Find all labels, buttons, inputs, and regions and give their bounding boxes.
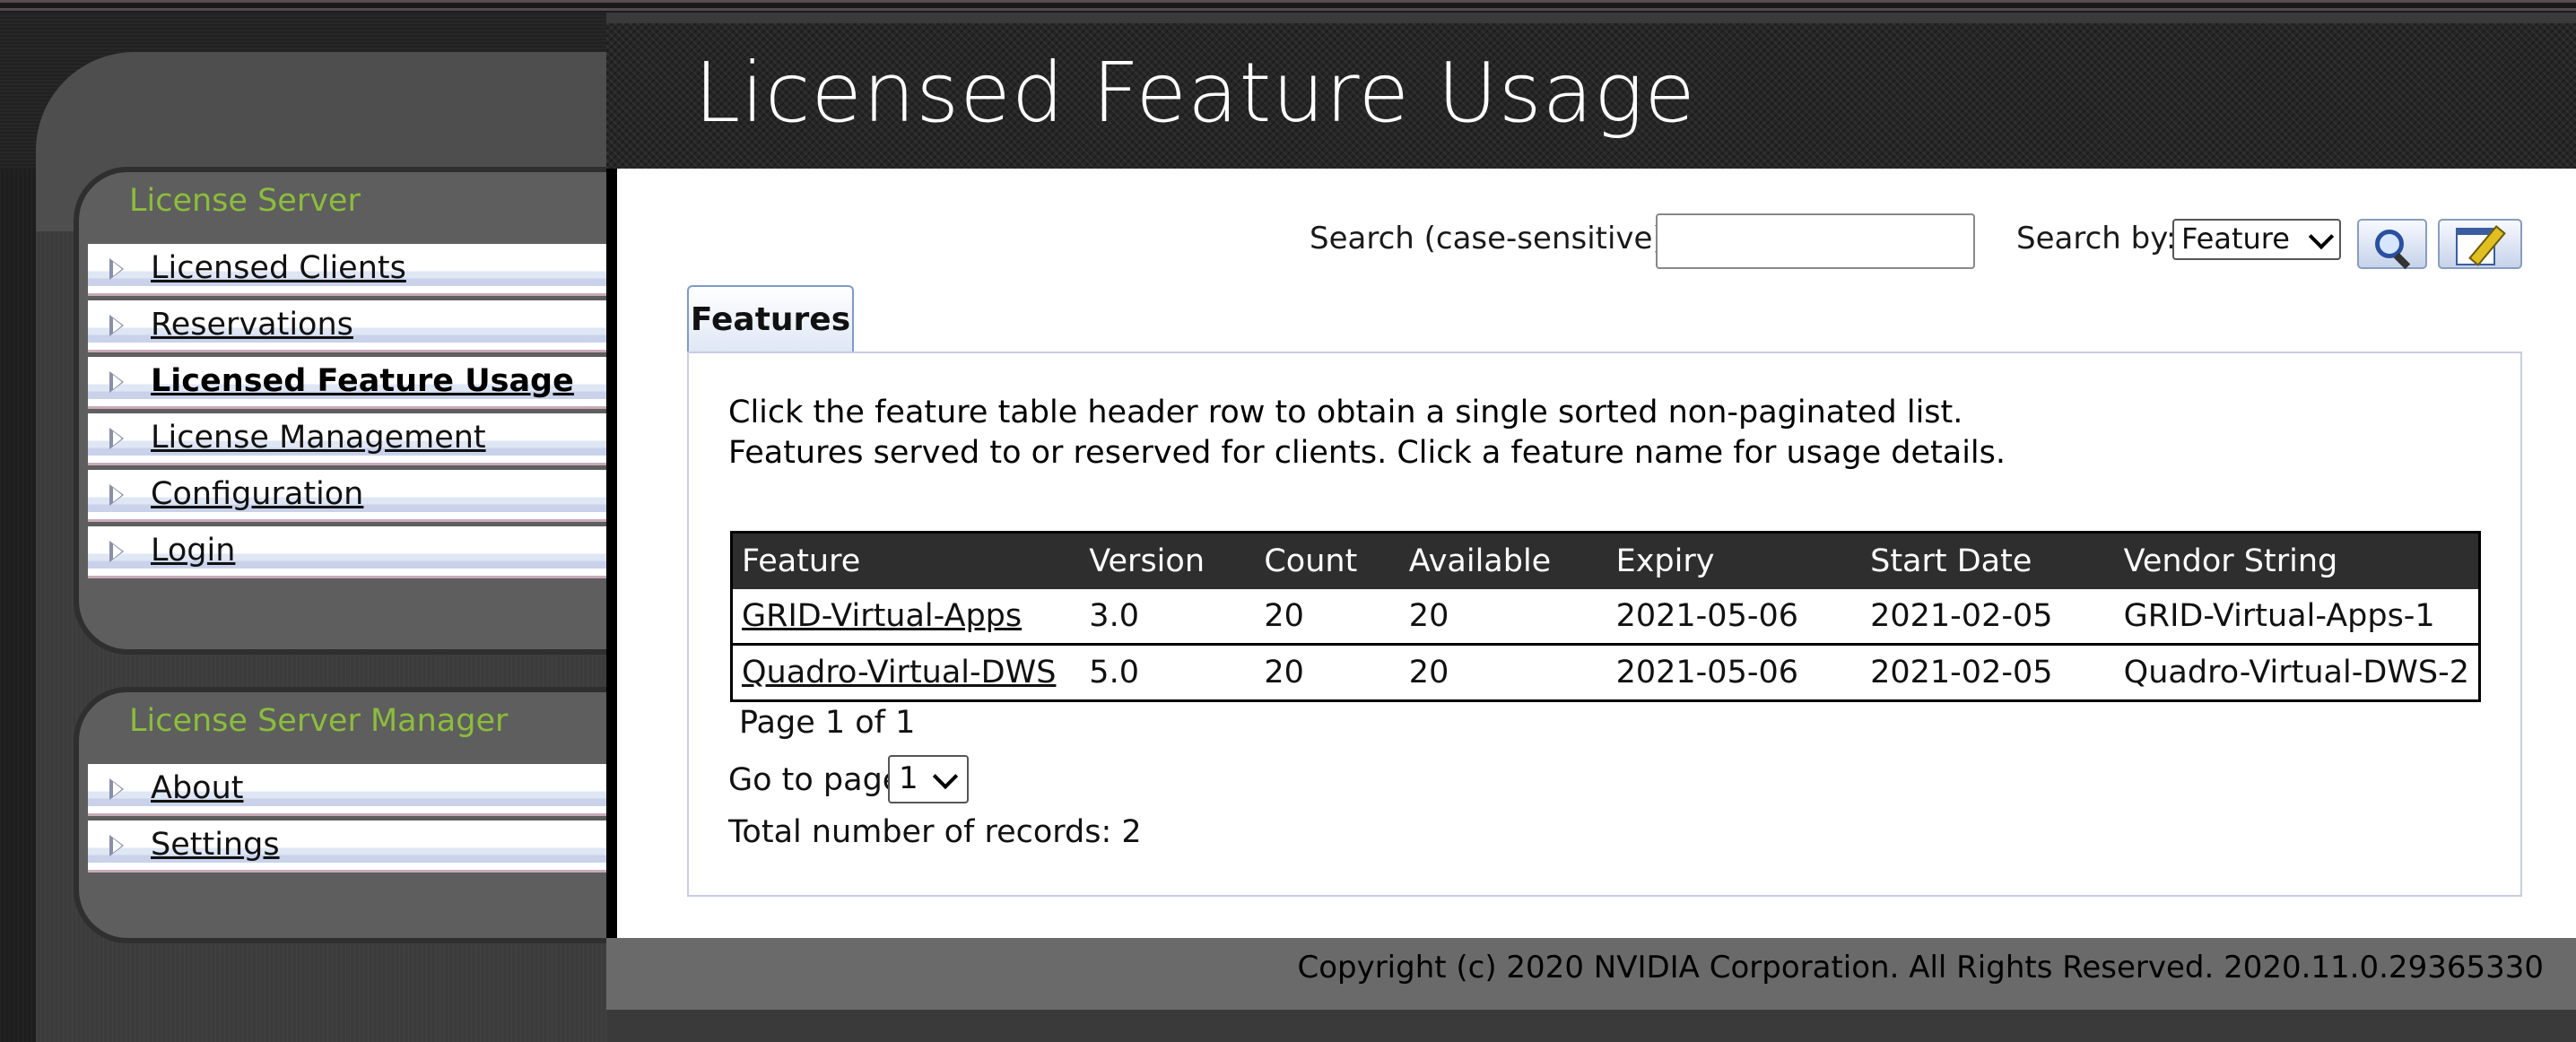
copyright-text: Copyright (c) 2020 NVIDIA Corporation. A…	[1297, 950, 2544, 986]
column-header-expiry[interactable]: Expiry	[1606, 532, 1862, 589]
search-label: Search (case-sensitive):	[1310, 221, 1675, 256]
info-text-description: Features served to or reserved for clien…	[728, 435, 2006, 471]
sidebar-item-configuration[interactable]: Configuration	[88, 470, 606, 522]
info-text-sorting: Click the feature table header row to ob…	[728, 395, 1963, 430]
license-server-nav-title: License Server	[129, 183, 361, 219]
sidebar-item-label[interactable]: About	[151, 768, 243, 809]
sidebar-item-label[interactable]: Licensed Feature Usage	[151, 360, 574, 402]
start-date-cell: 2021-02-05	[1861, 644, 2115, 702]
license-server-manager-nav-list: About Settings	[88, 764, 606, 877]
content-divider	[606, 169, 617, 938]
sidebar-item-login[interactable]: Login	[88, 526, 606, 578]
go-to-page-select[interactable]: 1	[888, 755, 969, 803]
feature-link[interactable]: GRID-Virtual-Apps	[742, 598, 1022, 634]
chevron-right-icon	[109, 541, 124, 562]
sidebar-item-label[interactable]: Reservations	[151, 304, 353, 345]
sidebar-item-reservations[interactable]: Reservations	[88, 300, 606, 352]
sidebar-item-label[interactable]: Configuration	[151, 473, 363, 515]
column-header-feature[interactable]: Feature	[731, 532, 1081, 589]
column-header-available[interactable]: Available	[1399, 532, 1607, 589]
vendor-string-cell: Quadro-Virtual-DWS-2	[2114, 644, 2480, 702]
table-header-row[interactable]: Feature Version Count Available Expiry S…	[731, 532, 2480, 589]
sidebar-item-licensed-clients[interactable]: Licensed Clients	[88, 244, 606, 296]
column-header-version[interactable]: Version	[1080, 532, 1256, 589]
go-to-page-label: Go to page	[728, 762, 902, 798]
expiry-cell: 2021-05-06	[1606, 589, 1862, 646]
search-input[interactable]	[1656, 213, 1975, 269]
search-by-select[interactable]: Feature	[2172, 219, 2341, 260]
expiry-cell: 2021-05-06	[1606, 644, 1862, 702]
chevron-right-icon	[109, 428, 124, 449]
license-server-nav-list: Licensed Clients Reservations Licensed F…	[88, 244, 606, 583]
tab-features[interactable]: Features	[687, 285, 854, 352]
sidebar-item-label[interactable]: Settings	[151, 824, 280, 865]
sidebar-item-label[interactable]: License Management	[151, 417, 486, 458]
vendor-string-cell: GRID-Virtual-Apps-1	[2114, 589, 2480, 646]
edit-search-button[interactable]	[2438, 219, 2522, 269]
search-by-label: Search by:	[2016, 221, 2177, 256]
chevron-right-icon	[109, 484, 124, 506]
sidebar-item-label[interactable]: Licensed Clients	[151, 247, 406, 289]
column-header-start-date[interactable]: Start Date	[1861, 532, 2115, 589]
total-records: Total number of records: 2	[728, 814, 1142, 850]
count-cell: 20	[1255, 644, 1400, 702]
table-row: Quadro-Virtual-DWS 5.0 20 20 2021-05-06 …	[731, 644, 2480, 702]
page-title: Licensed Feature Usage	[694, 45, 1696, 141]
sidebar-item-licensed-feature-usage[interactable]: Licensed Feature Usage	[88, 357, 606, 409]
sidebar-item-label[interactable]: Login	[151, 530, 235, 571]
sidebar-item-license-management[interactable]: License Management	[88, 413, 606, 465]
chevron-right-icon	[109, 371, 124, 393]
chevron-down-icon	[932, 763, 959, 790]
feature-link[interactable]: Quadro-Virtual-DWS	[742, 655, 1056, 690]
column-header-count[interactable]: Count	[1255, 532, 1400, 589]
license-server-manager-nav: License Server Manager About Settings	[74, 687, 606, 943]
chevron-right-icon	[109, 258, 124, 280]
top-strip	[0, 0, 2576, 13]
search-by-selected: Feature	[2181, 221, 2290, 256]
chevron-down-icon	[2308, 223, 2335, 250]
sidebar-item-about[interactable]: About	[88, 764, 606, 816]
chevron-right-icon	[109, 835, 124, 856]
license-server-manager-nav-title: License Server Manager	[129, 703, 509, 739]
count-cell: 20	[1255, 589, 1400, 646]
available-cell: 20	[1399, 589, 1607, 646]
column-header-vendor-string[interactable]: Vendor String	[2114, 532, 2480, 589]
version-cell: 3.0	[1080, 589, 1256, 646]
sidebar-item-settings[interactable]: Settings	[88, 821, 606, 873]
features-table: Feature Version Count Available Expiry S…	[730, 531, 2481, 702]
go-to-page-selected: 1	[899, 760, 918, 796]
available-cell: 20	[1399, 644, 1607, 702]
search-button[interactable]	[2357, 219, 2427, 270]
version-cell: 5.0	[1080, 644, 1256, 702]
table-row: GRID-Virtual-Apps 3.0 20 20 2021-05-06 2…	[731, 589, 2480, 646]
chevron-right-icon	[109, 315, 124, 336]
page-indicator: Page 1 of 1	[739, 705, 916, 741]
start-date-cell: 2021-02-05	[1861, 589, 2115, 646]
chevron-right-icon	[109, 778, 124, 800]
license-server-nav: License Server Licensed Clients Reservat…	[74, 167, 606, 655]
